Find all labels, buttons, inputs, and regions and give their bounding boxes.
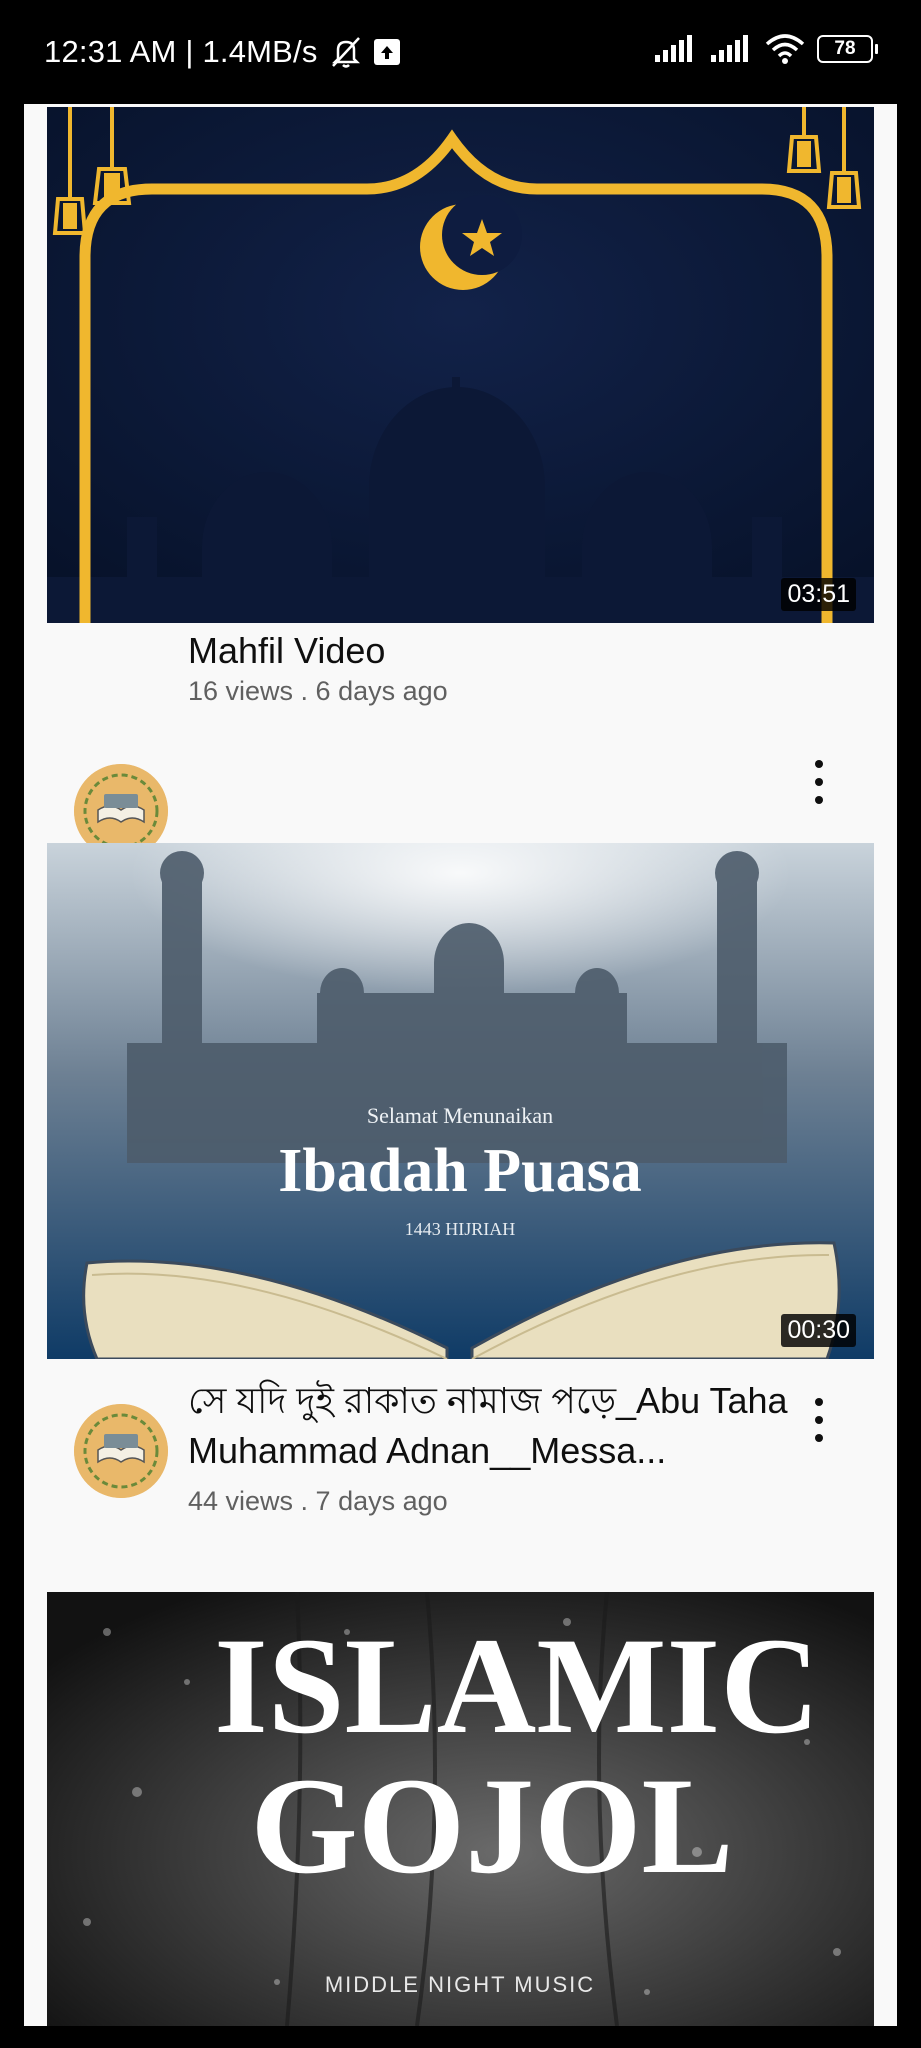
thumb-text-line1: Selamat Menunaikan <box>367 1103 553 1128</box>
video-feed[interactable]: 03:51 Mahfil Video 16 views . 6 days ago <box>24 104 897 2026</box>
video-info-2[interactable]: সে যদি দুই রাকাত নামাজ পড়ে_Abu Taha Muh… <box>24 1380 897 1584</box>
video-thumbnail-3[interactable]: ISLAMIC GOJOL MIDDLE NIGHT MUSIC <box>47 1592 874 2026</box>
battery-icon: 78 <box>817 35 878 63</box>
wifi-icon <box>765 34 805 64</box>
mute-bell-icon <box>331 37 360 68</box>
video-duration: 00:30 <box>781 1314 856 1347</box>
video-title[interactable]: Mahfil Video <box>188 626 798 676</box>
thumb-text-line3: MIDDLE NIGHT MUSIC <box>325 1972 595 1997</box>
more-options-icon[interactable] <box>804 1398 834 1442</box>
more-options-icon[interactable] <box>804 760 834 804</box>
thumb-text-line2: Ibadah Puasa <box>278 1137 642 1205</box>
upload-notification-icon <box>373 39 400 65</box>
video-thumbnail-2[interactable]: Selamat Menunaikan Ibadah Puasa 1443 HIJ… <box>47 843 874 1359</box>
video-title[interactable]: সে যদি দুই রাকাত নামাজ পড়ে_Abu Taha Muh… <box>188 1376 798 1476</box>
thumb-text-line2: GOJOL <box>250 1749 733 1902</box>
video-info-1[interactable]: Mahfil Video 16 views . 6 days ago <box>24 630 897 858</box>
video-meta: 44 views . 7 days ago <box>188 1486 448 1516</box>
thumb-text-line1: ISLAMIC <box>214 1609 820 1762</box>
video-meta: 16 views . 6 days ago <box>188 676 448 706</box>
status-right: 78 <box>653 34 878 64</box>
mosque-night-thumbnail-image <box>47 107 874 623</box>
status-bar: 12:31 AM | 1.4MB/s 78 <box>0 0 921 104</box>
signal-icon <box>655 35 692 62</box>
ramadan-mosque-thumbnail-image: Selamat Menunaikan Ibadah Puasa 1443 HIJ… <box>47 843 874 1359</box>
signal-icon <box>711 35 748 62</box>
status-left: 12:31 AM | 1.4MB/s <box>44 34 400 70</box>
video-duration: 03:51 <box>781 578 856 611</box>
channel-avatar[interactable] <box>74 1404 168 1498</box>
status-time-speed: 12:31 AM | 1.4MB/s <box>44 34 318 69</box>
bottom-edge <box>0 2026 921 2048</box>
book-logo-icon <box>74 1404 168 1498</box>
rain-window-thumbnail-image: ISLAMIC GOJOL MIDDLE NIGHT MUSIC <box>47 1592 874 2026</box>
thumb-text-line3: 1443 HIJRIAH <box>405 1219 516 1239</box>
battery-level: 78 <box>834 38 856 59</box>
video-thumbnail-1[interactable]: 03:51 <box>47 107 874 623</box>
